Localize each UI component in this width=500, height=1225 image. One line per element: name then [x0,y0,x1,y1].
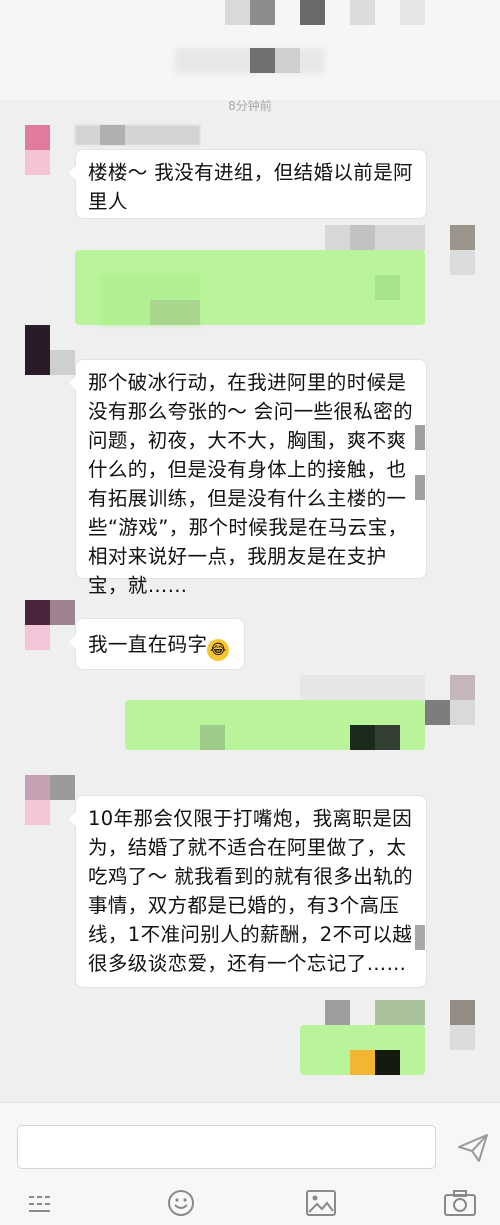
avatar [50,775,75,800]
avatar[interactable] [25,775,50,800]
pixel-block [350,225,375,250]
avatar [25,800,50,825]
pixel-block [350,725,375,750]
pixel-block [350,0,375,25]
avatar [25,625,50,650]
pixel-block [150,300,200,325]
composer-bar [0,1102,500,1225]
pixel-block [400,0,425,25]
pixel-block [425,700,450,725]
message-text: 那个破冰行动，在我进阿里的时候是没有那么夸张的～ 会问一些很私密的问题，初夜，大… [88,371,413,597]
message-bubble[interactable]: 10年那会仅限于打嘴炮，我离职是因为，结婚了就不适合在阿里做了，太吃鸡了～ 就我… [69,795,427,988]
pixel-block [225,0,250,25]
pixel-block [415,425,425,450]
avatar[interactable] [450,675,475,700]
message-bubble[interactable]: 楼楼～ 我没有进组，但结婚以前是阿里人 [69,149,427,219]
message-bubble-outgoing[interactable] [300,1025,425,1075]
avatar [25,150,50,175]
message-text: 10年那会仅限于打嘴炮，我离职是因为，结婚了就不适合在阿里做了，太吃鸡了～ 就我… [88,807,413,975]
timestamp: 8分钟前 [228,99,272,113]
avatar [50,600,75,625]
message-bubble-outgoing[interactable] [125,700,425,750]
avatar[interactable] [450,225,475,250]
avatar[interactable] [25,325,50,375]
pixel-block [250,48,275,73]
avatar [50,350,75,375]
message-input[interactable] [17,1125,436,1169]
pixel-block [375,1050,400,1075]
camera-icon[interactable] [444,1190,476,1216]
message-bubble[interactable]: 我一直在码字 😂 [69,618,245,670]
pixel-block [375,275,400,300]
pixel-block [300,675,425,700]
pixel-block [250,0,275,25]
pixel-block [275,48,300,73]
laughing-tears-emoji-icon: 😂 [207,639,230,661]
message-text: 我一直在码字 [88,633,208,656]
avatar[interactable] [450,1000,475,1025]
pixel-block [325,225,425,250]
avatar[interactable] [25,125,50,150]
sender-name-blur [75,125,200,145]
chat-header [0,0,500,100]
pixel-block [415,475,425,500]
pixel-block [300,0,325,25]
pixel-block [375,1000,425,1025]
pixel-block [325,1000,350,1025]
keyboard-icon[interactable] [28,1193,56,1215]
pixel-block [415,925,425,950]
pixel-block [200,725,225,750]
pixel-block [375,725,400,750]
avatar [450,700,475,725]
emoji-icon[interactable] [167,1189,195,1217]
send-icon[interactable] [457,1133,489,1163]
image-icon[interactable] [306,1190,336,1216]
avatar [450,1025,475,1050]
pixel-block [100,125,125,145]
message-bubble[interactable]: 那个破冰行动，在我进阿里的时候是没有那么夸张的～ 会问一些很私密的问题，初夜，大… [69,359,427,597]
pixel-block [350,1050,375,1075]
message-bubble-outgoing[interactable] [75,250,425,325]
avatar [450,250,475,275]
avatar[interactable] [25,600,50,625]
message-text: 楼楼～ 我没有进组，但结婚以前是阿里人 [88,161,413,213]
